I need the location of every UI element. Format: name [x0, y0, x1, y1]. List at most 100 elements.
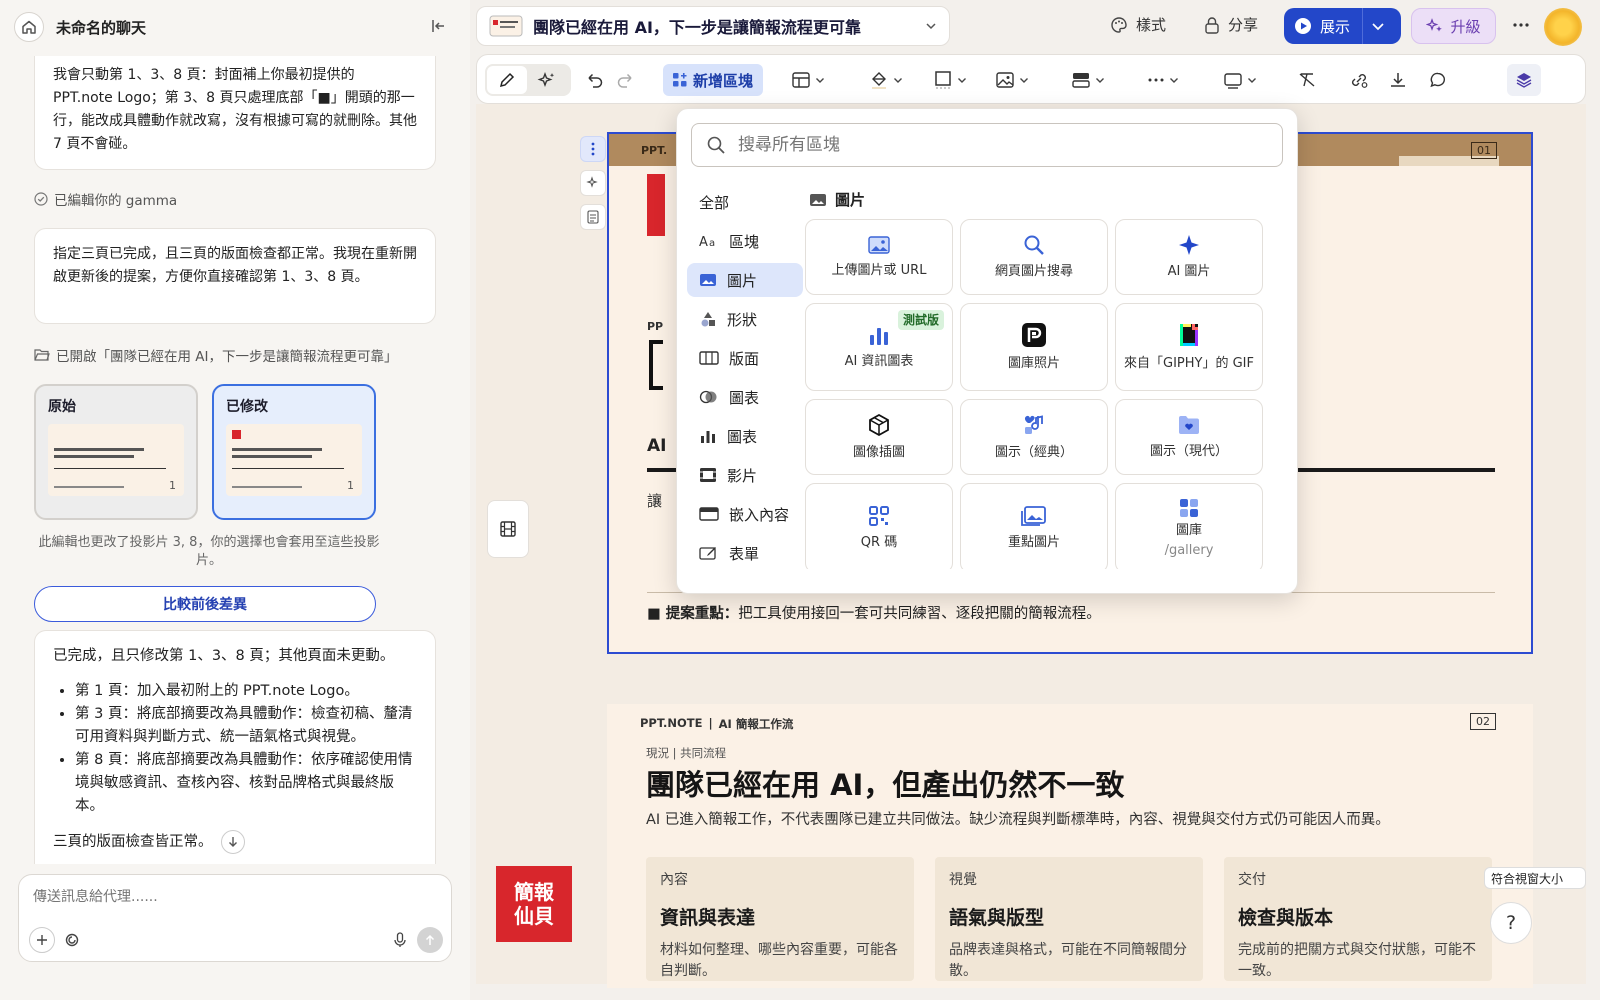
- message-text: 指定三頁已完成，且三頁的版面檢查都正常。我現在重新開啟更新後的提案，方便你直接確…: [53, 246, 417, 285]
- card-side-tools: [580, 136, 606, 230]
- tile-web-image-search[interactable]: 網頁圖片搜尋: [960, 219, 1108, 295]
- icons-classic-icon: [1024, 415, 1043, 434]
- category-embed[interactable]: 嵌入內容: [687, 497, 803, 531]
- thumbnail-modified[interactable]: 已修改 1: [212, 384, 376, 520]
- download-button[interactable]: [1389, 64, 1407, 96]
- category-all[interactable]: 全部: [687, 185, 803, 219]
- category-charts[interactable]: 圖表: [687, 419, 803, 453]
- slide-panel-button[interactable]: [487, 500, 529, 558]
- clear-format-button[interactable]: [1297, 64, 1317, 96]
- tile-accent-image[interactable]: 重點圖片: [960, 483, 1108, 573]
- border-button[interactable]: [933, 64, 967, 96]
- slide-page-number: 01: [1471, 142, 1497, 159]
- redo-button[interactable]: [615, 64, 635, 96]
- home-button[interactable]: [14, 12, 44, 42]
- link-button[interactable]: [1349, 64, 1369, 96]
- message-text: 我會只動第 1、3、8 頁：封面補上你最初提供的 PPT.note Logo；第…: [53, 67, 417, 152]
- logo-text: 仙貝: [514, 904, 554, 928]
- chevron-down-icon[interactable]: [1371, 19, 1385, 33]
- share-button[interactable]: 分享: [1204, 14, 1258, 35]
- more-vertical-icon: [591, 142, 595, 156]
- tile-ai-image[interactable]: AI 圖片: [1115, 219, 1263, 295]
- column-heading: 檢查與版本: [1238, 907, 1334, 929]
- image-button[interactable]: [995, 64, 1029, 96]
- tile-ai-infographic[interactable]: 測試版 AI 資訊圖表: [805, 303, 953, 391]
- sparkles-icon: [1426, 18, 1443, 32]
- card-style-button[interactable]: [1071, 64, 1105, 96]
- microphone-button[interactable]: [387, 927, 413, 953]
- slide2-brand-name: PPT.NOTE: [640, 716, 703, 730]
- style-label: 樣式: [1136, 16, 1167, 34]
- category-forms[interactable]: 表單: [687, 536, 803, 570]
- tile-qr-code[interactable]: QR 碼: [805, 483, 953, 573]
- ai-edit-card-button[interactable]: [580, 170, 606, 196]
- tile-upload-image[interactable]: 上傳圖片或 URL: [805, 219, 953, 295]
- more-tools-button[interactable]: [1147, 64, 1179, 96]
- scroll-down-button[interactable]: [220, 830, 245, 854]
- present-button[interactable]: 展示: [1284, 8, 1401, 44]
- compare-button[interactable]: 比較前後差異: [34, 586, 376, 622]
- category-blocks[interactable]: Aa 區塊: [687, 224, 803, 258]
- card-size-button[interactable]: [1223, 64, 1257, 96]
- summary-item: 第 1 頁：加入最初附上的 PPT.note Logo。: [75, 680, 417, 703]
- chevron-down-icon: [1096, 78, 1104, 83]
- upgrade-button[interactable]: 升級: [1411, 8, 1496, 44]
- style-button[interactable]: 樣式: [1110, 14, 1166, 35]
- send-button[interactable]: [417, 927, 443, 953]
- tools-button[interactable]: [59, 927, 85, 953]
- chat-header: 未命名的聊天: [14, 12, 454, 42]
- card-style-icon: [1072, 73, 1090, 88]
- image-icon: [996, 72, 1014, 88]
- stock-photo-logo-icon: [1022, 323, 1046, 347]
- slide2-column: 交付 檢查與版本 完成前的把關方式與交付狀態，可能不一致。: [1224, 857, 1492, 981]
- tile-icons-classic[interactable]: 圖示（經典）: [960, 399, 1108, 475]
- collapse-panel-button[interactable]: [430, 18, 446, 34]
- chat-title: 未命名的聊天: [56, 18, 147, 37]
- add-block-button[interactable]: 新增區塊: [663, 64, 763, 96]
- chevron-down-icon: [1170, 78, 1178, 83]
- film-icon: [700, 468, 716, 482]
- category-diagrams[interactable]: 圖表: [687, 380, 803, 414]
- comment-button[interactable]: [1429, 64, 1447, 96]
- slide2-column: 內容 資訊與表達 材料如何整理、哪些內容重要，可能各自判斷。: [646, 857, 914, 981]
- category-label: 嵌入內容: [729, 505, 790, 524]
- tile-icons-modern[interactable]: 圖示（現代）: [1115, 399, 1263, 475]
- qr-code-icon: [869, 506, 889, 526]
- document-title-bar[interactable]: 團隊已經在用 AI，下一步是讓簡報流程更可靠: [476, 6, 950, 46]
- tile-label: 圖庫: [1175, 523, 1202, 538]
- section-title: 圖片: [835, 191, 866, 209]
- undo-button[interactable]: [585, 64, 605, 96]
- add-attachment-button[interactable]: [29, 927, 55, 953]
- layout-button[interactable]: [791, 64, 825, 96]
- notes-button[interactable]: [580, 204, 606, 230]
- layers-button[interactable]: [1507, 64, 1541, 96]
- fit-to-window-button[interactable]: 符合視窗大小: [1484, 867, 1586, 889]
- help-button[interactable]: ?: [1490, 902, 1532, 944]
- category-images[interactable]: 圖片: [687, 263, 803, 297]
- category-layout[interactable]: 版面: [687, 341, 803, 375]
- card-menu-button[interactable]: [580, 136, 606, 162]
- slide-title-fragment: [649, 340, 663, 390]
- tile-gallery[interactable]: 圖庫 /gallery: [1115, 483, 1263, 573]
- fill-color-button[interactable]: [869, 64, 903, 96]
- thumbnail-logo: [232, 430, 241, 439]
- block-search-input[interactable]: [738, 135, 1238, 155]
- user-avatar[interactable]: [1544, 8, 1582, 46]
- category-shapes[interactable]: 形狀: [687, 302, 803, 336]
- ai-mode-button[interactable]: [527, 66, 567, 94]
- category-video[interactable]: 影片: [687, 458, 803, 492]
- tile-giphy[interactable]: 來自「GIPHY」的 GIF: [1115, 303, 1263, 391]
- undo-icon: [588, 73, 603, 88]
- thumbnail-original[interactable]: 原始 1: [34, 384, 198, 520]
- thumbnail-preview: 1: [226, 424, 362, 496]
- more-options-button[interactable]: [1512, 16, 1530, 34]
- edit-mode-button[interactable]: [487, 66, 527, 94]
- sparkle-icon: [586, 176, 598, 188]
- mode-toggle: [485, 64, 571, 96]
- summary-list: 第 1 頁：加入最初附上的 PPT.note Logo。 第 3 頁：將底部摘要…: [53, 680, 417, 818]
- tile-stock-photos[interactable]: 圖庫照片: [960, 303, 1108, 391]
- column-heading: 資訊與表達: [660, 907, 756, 929]
- thumbnail-label: 已修改: [226, 399, 268, 415]
- tile-illustrations[interactable]: 圖像插圖: [805, 399, 953, 475]
- message-input[interactable]: [33, 889, 433, 905]
